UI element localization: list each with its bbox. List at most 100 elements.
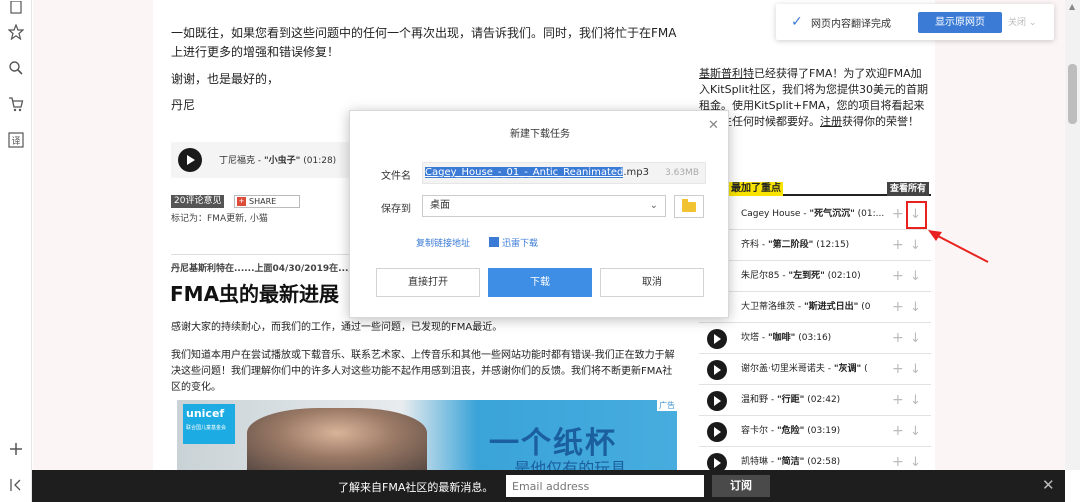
unicef-logo: unicef 联合国儿童基金会 [183,404,235,444]
search-icon[interactable] [8,60,24,76]
track-title: "左到死" [788,271,825,281]
track-duration: (0 [858,302,871,312]
play-button[interactable] [178,148,202,172]
track-row[interactable]: 温和野 - "行距" (02:42) + ↓ [699,385,931,416]
scroll-up-icon[interactable]: ▲ [1069,2,1075,11]
track-title: "第二阶段" [767,240,814,250]
translation-close-button[interactable]: 关闭 ⌄ [1008,15,1036,28]
add-icon[interactable] [8,441,24,457]
track-artist: 温和野 - [741,395,777,405]
intro-paragraph: 一如既往，如果您看到这些问题中的任何一个再次出现，请告诉我们。同时，我们将忙于在… [171,26,677,59]
cart-icon[interactable] [8,96,24,112]
browse-folder-button[interactable] [674,195,704,218]
play-button[interactable] [707,391,727,411]
open-directly-button[interactable]: 直接打开 [376,268,480,297]
track-info: 齐科 - "第二阶段" (12:15) [741,230,891,261]
show-original-button[interactable]: 显示原网页 [918,12,1002,33]
track-title: "简洁" [776,457,805,467]
promo-user-link[interactable]: 基斯普利特 [699,67,754,80]
subscribe-button[interactable]: 订阅 [712,475,770,497]
view-all-button[interactable]: 查看所有 [886,182,929,196]
add-to-playlist-icon[interactable]: + [892,385,904,416]
download-icon[interactable]: ↓ [910,416,921,447]
download-icon[interactable]: ↓ [910,292,921,323]
track-row[interactable]: 朱尼尔85 - "左到死" (02:10) + ↓ [699,261,931,292]
player-track-info: 丁尼福克 - "小虫子" (01:28) [219,153,336,166]
track-row[interactable]: 谢尔盖·切里米哥诺夫 - "灰调" (+ ↓ [699,354,931,385]
folder-icon [682,198,696,212]
annotation-arrow [928,230,989,263]
scroll-thumb[interactable] [1068,64,1077,124]
cancel-button[interactable]: 取消 [600,268,704,297]
add-to-playlist-icon[interactable]: + [892,323,904,354]
add-to-playlist-icon[interactable]: + [892,261,904,292]
article-paragraph-2: 我们知道本用户在尝试播放或下载音乐、联系艺术家、上传音乐和其他一些网站功能时都有… [171,350,675,393]
close-icon[interactable]: ✕ [1042,476,1055,494]
play-button[interactable] [707,360,727,380]
track-row[interactable]: 容卡尔 - "危险" (03:19) + ↓ [699,416,931,447]
track-artist: Cagey House - [741,209,810,219]
play-button[interactable] [707,422,727,442]
download-highlight-box [906,201,927,229]
track-duration: (02:58) [804,457,841,467]
check-icon: ✓ [791,14,803,30]
add-to-playlist-icon[interactable]: + [892,292,904,323]
track-artist: 容卡尔 - [741,426,777,436]
track-info: 大卫蒂洛维茨 - "斯进式日出" (0 [741,292,891,323]
close-icon[interactable]: ✕ [708,118,719,133]
save-to-label: 保存到 [381,204,411,215]
track-artist: 齐科 - [741,240,768,250]
promo-register-link[interactable]: 注册 [820,115,842,128]
thunder-download-button[interactable]: 迅雷下载 [489,236,538,249]
add-to-playlist-icon[interactable]: + [892,199,904,230]
track-row[interactable]: Cagey House - "死气沉沉" (01:... + ↓ [699,199,931,230]
share-button[interactable]: + SHARE [234,195,300,208]
newsletter-footer: 了解来自FMA社区的最新消息。 订阅 ✕ [32,470,1065,502]
page-margin-left [33,0,153,470]
track-row[interactable]: 大卫蒂洛维茨 - "斯进式日出" (0 + ↓ [699,292,931,323]
filename-selected-text: Cagey_House_-_01_-_Antic_Reanimated [425,167,624,178]
save-location-select[interactable]: 桌面 ⌄ [422,195,666,217]
unicef-ad-banner[interactable]: unicef 联合国儿童基金会 一个纸杯 ...是他仅有的玩具 广告 [177,400,677,470]
track-artist: 谢尔盖·切里米哥诺夫 - [741,364,834,374]
audio-player: 丁尼福克 - "小虫子" (01:28) [171,142,361,178]
download-icon[interactable]: ↓ [910,261,921,292]
article-paragraph-1: 感谢大家的持续耐心，而我们的工作，通过一些问题，已发现的FMA最近。 [171,322,503,333]
add-to-playlist-icon[interactable]: + [892,230,904,261]
chevron-down-icon: ⌄ [649,200,658,211]
article-headline: FMA虫的最新进展 [170,282,340,306]
page-icon[interactable] [8,0,24,16]
play-button[interactable] [707,329,727,349]
download-icon[interactable]: ↓ [910,230,921,261]
track-duration: (02:42) [804,395,841,405]
track-artist: 朱尼尔85 - [741,271,789,281]
email-input[interactable] [506,475,704,497]
share-plus-icon: + [237,197,246,206]
track-duration: (01:... [854,209,885,219]
track-title: "危险" [776,426,805,436]
download-dialog: 新建下载任务 ✕ 文件名 Cagey_House_-_01_-_Antic_Re… [349,110,729,318]
track-artist: 大卫蒂洛维茨 - [741,302,804,312]
track-duration: (02:10) [824,271,861,281]
comments-tag[interactable]: 20评论意见 [171,195,225,208]
dialog-title: 新建下载任务 [510,129,570,140]
star-icon[interactable] [8,24,24,40]
track-artist: 凯特琳 - [741,457,777,467]
add-to-playlist-icon[interactable]: + [892,416,904,447]
player-artist: 丁尼福克 - [219,156,264,166]
download-icon[interactable]: ↓ [910,323,921,354]
scrollbar[interactable]: ▲ [1065,0,1080,470]
add-to-playlist-icon[interactable]: + [892,354,904,385]
chevron-down-icon: ⌄ [1028,18,1037,28]
translate-icon[interactable]: 译 [8,132,24,148]
track-row[interactable]: 坎塔 - "咖啡" (03:16) + ↓ [699,323,931,354]
copy-link-button[interactable]: 复制链接地址 [416,236,470,249]
download-icon[interactable]: ↓ [910,385,921,416]
download-icon[interactable]: ↓ [910,354,921,385]
track-row[interactable]: 齐科 - "第二阶段" (12:15) + ↓ [699,230,931,261]
filename-field[interactable]: Cagey_House_-_01_-_Antic_Reanimated.mp3 … [422,162,706,184]
collapse-sidebar-icon[interactable] [8,477,24,493]
download-button[interactable]: 下载 [488,268,592,297]
ad-child-photo [247,408,427,470]
save-location-value: 桌面 [430,200,450,211]
